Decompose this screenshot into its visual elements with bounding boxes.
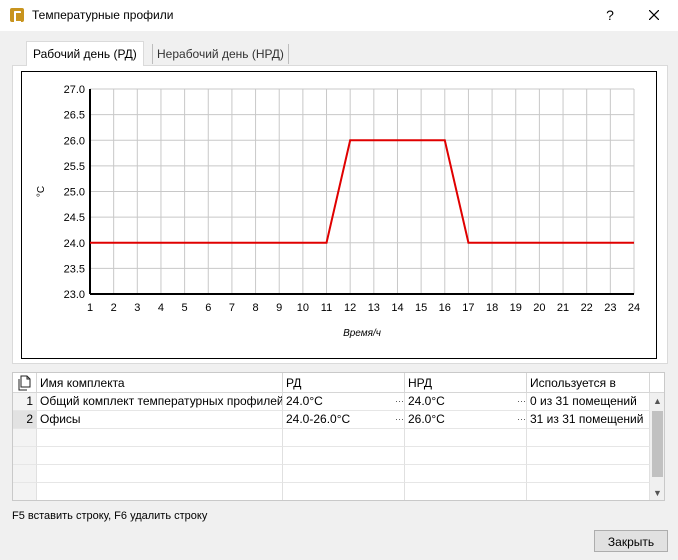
x-tick-label: 11 (321, 302, 332, 314)
y-tick-label: 23.5 (64, 263, 85, 275)
cell-rd-value: 24.0-26.0°C (286, 412, 351, 426)
y-tick-label: 25.0 (64, 187, 85, 199)
x-tick-label: 23 (604, 302, 616, 314)
y-tick-label: 26.0 (64, 135, 85, 147)
window-title: Температурные профили (32, 8, 174, 22)
rd-ellipsis-button[interactable]: ··· (395, 415, 404, 424)
x-tick-label: 3 (134, 302, 140, 314)
x-tick-label: 2 (111, 302, 117, 314)
x-tick-label: 6 (205, 302, 211, 314)
status-hint: F5 вставить строку, F6 удалить строку (12, 510, 208, 522)
x-tick-label: 10 (297, 302, 309, 314)
table-row[interactable]: 2 Офисы 24.0-26.0°C ··· 26.0°C ··· 31 из… (13, 411, 650, 429)
y-tick-label: 25.5 (64, 161, 85, 173)
chart-panel: 1 2 3 4 5 6 7 8 9 10 11 12 13 14 15 16 17 18 19 20 21 22 23 24 2… (12, 65, 668, 364)
x-tick-label: 19 (510, 302, 522, 314)
cell-rd[interactable]: 24.0-26.0°C ··· (283, 411, 405, 429)
cell-rd[interactable]: 24.0°C ··· (283, 393, 405, 411)
title-bar: Температурные профили ? (0, 0, 678, 31)
nrd-ellipsis-button[interactable]: ··· (517, 415, 526, 424)
empty-row (13, 429, 650, 447)
x-tick-label: 17 (462, 302, 474, 314)
scrollbar-thumb[interactable] (652, 411, 663, 477)
header-nrd[interactable]: НРД (405, 373, 527, 393)
cell-name[interactable]: Офисы (37, 411, 283, 429)
copy-icon[interactable] (17, 375, 33, 391)
x-tick-label: 16 (439, 302, 451, 314)
scroll-up-icon[interactable]: ▲ (650, 393, 664, 409)
row-number[interactable]: 2 (13, 411, 37, 429)
close-icon (648, 9, 660, 21)
nrd-ellipsis-button[interactable]: ··· (517, 397, 526, 406)
cell-name[interactable]: Общий комплект температурных профилей (37, 393, 283, 411)
x-tick-label: 12 (344, 302, 356, 314)
x-tick-label: 18 (486, 302, 498, 314)
y-tick-label: 26.5 (64, 110, 85, 122)
cell-nrd-value: 26.0°C (408, 412, 445, 426)
header-used[interactable]: Используется в (527, 373, 650, 393)
x-tick-label: 1 (87, 302, 93, 314)
cell-nrd[interactable]: 26.0°C ··· (405, 411, 527, 429)
x-tick-label: 22 (581, 302, 593, 314)
header-name[interactable]: Имя комплекта (37, 373, 283, 393)
window-close-button[interactable] (640, 2, 668, 28)
x-tick-label: 20 (533, 302, 545, 314)
row-number[interactable]: 1 (13, 393, 37, 411)
x-tick-label: 9 (276, 302, 282, 314)
header-corner (13, 373, 37, 393)
y-tick-label: 27.0 (64, 84, 85, 96)
cell-used[interactable]: 0 из 31 помещений (527, 393, 650, 411)
scroll-down-icon[interactable]: ▼ (650, 485, 664, 500)
cell-nrd-value: 24.0°C (408, 394, 445, 408)
y-tick-label: 23.0 (64, 289, 85, 301)
temperature-chart: 1 2 3 4 5 6 7 8 9 10 11 12 13 14 15 16 17 18 19 20 21 22 23 242… (36, 84, 640, 339)
empty-row (13, 447, 650, 465)
table-scrollbar[interactable]: ▲ ▼ (650, 393, 664, 500)
y-axis-label: °C (36, 186, 47, 197)
tab-workday[interactable]: Рабочий день (РД) (26, 41, 144, 66)
close-button[interactable]: Закрыть (594, 530, 668, 552)
app-icon (10, 8, 24, 23)
x-tick-label: 7 (229, 302, 235, 314)
cell-used[interactable]: 31 из 31 помещений (527, 411, 650, 429)
x-tick-label: 5 (182, 302, 188, 314)
x-tick-label: 15 (415, 302, 427, 314)
x-axis-label: Время/ч (343, 328, 381, 339)
cell-nrd[interactable]: 24.0°C ··· (405, 393, 527, 411)
x-tick-label: 4 (158, 302, 164, 314)
y-tick-label: 24.0 (64, 238, 85, 250)
empty-row (13, 483, 650, 500)
x-tick-label: 21 (557, 302, 569, 314)
help-button[interactable]: ? (602, 4, 618, 26)
x-tick-label: 13 (368, 302, 380, 314)
header-rd[interactable]: РД (283, 373, 405, 393)
x-tick-label: 14 (391, 302, 403, 314)
tab-nonworkday[interactable]: Нерабочий день (НРД) (152, 44, 289, 64)
table-row[interactable]: 1 Общий комплект температурных профилей … (13, 393, 650, 411)
x-tick-label: 24 (628, 302, 640, 314)
table-header: Имя комплекта РД НРД Используется в (13, 373, 664, 393)
rd-ellipsis-button[interactable]: ··· (395, 397, 404, 406)
empty-row (13, 465, 650, 483)
cell-rd-value: 24.0°C (286, 394, 323, 408)
y-tick-label: 24.5 (64, 212, 85, 224)
x-tick-label: 8 (253, 302, 259, 314)
profile-table: Имя комплекта РД НРД Используется в 1 Об… (12, 372, 665, 501)
chart-frame: 1 2 3 4 5 6 7 8 9 10 11 12 13 14 15 16 17 18 19 20 21 22 23 24 2… (21, 71, 657, 359)
